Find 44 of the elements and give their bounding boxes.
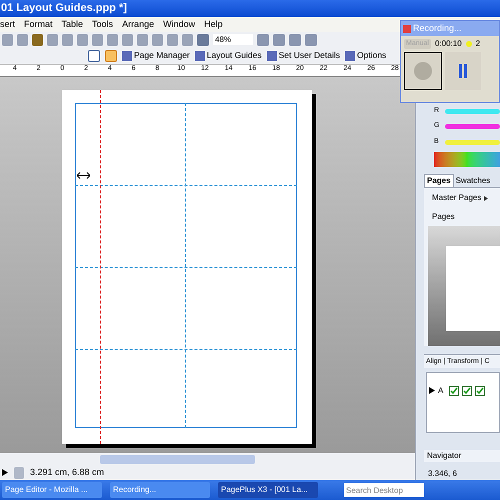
menu-item[interactable]: Window [163,18,196,32]
pause-icon [459,64,467,78]
colour-spectrum[interactable] [434,152,500,168]
layer-name[interactable]: A [438,384,446,397]
next-page-icon[interactable] [2,469,8,476]
menu-item[interactable]: sert [0,18,16,32]
toolbar-button[interactable]: Page Manager [122,49,190,62]
layer-pointer-icon [429,387,435,394]
horizontal-scrollbar[interactable] [100,454,255,464]
channel-slider[interactable] [445,108,500,114]
menu-item[interactable]: Tools [92,18,114,32]
taskbar-button[interactable]: PagePlus X3 - [001 La... [218,482,318,498]
panel-tab[interactable]: Pages [424,174,454,188]
recording-timer: 0:00:10 [434,38,462,50]
menu-item[interactable]: Table [62,18,84,32]
panel-tab[interactable]: Swatches [454,174,492,188]
window-title: 01 Layout Guides.ppp *] [0,1,127,16]
visibility-checkbox[interactable] [449,386,459,396]
resize-cursor-icon [77,172,90,179]
toolbar-button[interactable]: Set User Details [266,49,340,62]
visibility-checkbox[interactable] [462,386,472,396]
navigator-header[interactable]: Navigator [424,450,500,462]
toolbar-button[interactable]: Layout Guides [194,49,262,62]
menu-item[interactable]: Help [204,18,223,32]
search-field[interactable]: Search Desktop [344,483,424,497]
pages-label: Pages [432,211,456,224]
channel-slider[interactable] [444,140,500,145]
recording-title: Recording... [413,22,462,35]
recording-count: 2 [476,38,480,50]
record-icon [414,62,432,80]
recording-app-icon [403,24,411,32]
visibility-checkbox[interactable] [475,386,485,396]
cursor-position: 3.291 cm, 6.88 cm [30,466,104,479]
menu-item[interactable]: Arrange [122,18,154,32]
toolbar-button[interactable]: Options [345,49,386,62]
expand-arrow-icon[interactable] [484,196,488,201]
zoom-field[interactable]: 48% [213,34,253,45]
menu-item[interactable]: Format [24,18,53,32]
page-thumbnail[interactable] [446,246,500,332]
master-pages-label[interactable]: Master Pages [432,188,482,208]
record-button[interactable] [404,52,442,90]
status-position: 3.346, 6 [427,468,458,480]
pause-button[interactable] [445,52,481,90]
channel-slider[interactable] [445,124,500,130]
